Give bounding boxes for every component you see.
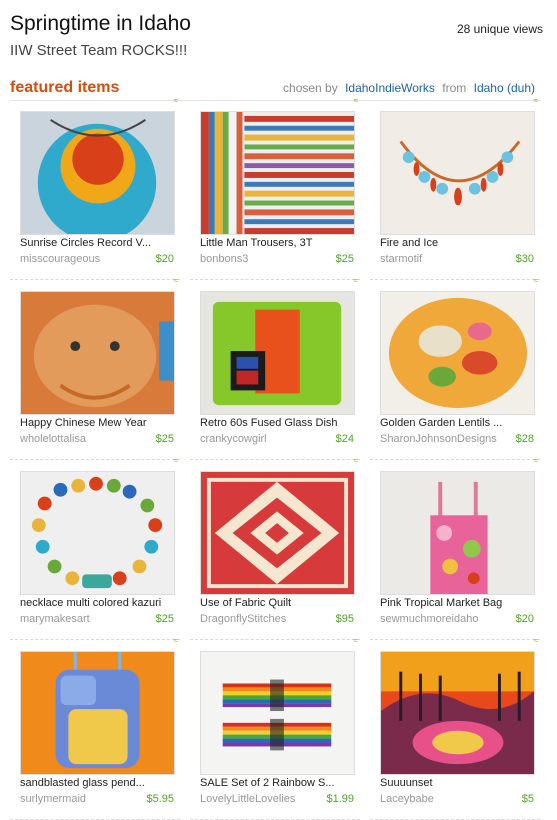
featured-label: featured items bbox=[10, 79, 120, 96]
item-price: $25 bbox=[155, 613, 174, 625]
item-card[interactable]: ≈ Use of Fabric Quilt DragonflyStitches … bbox=[190, 457, 360, 640]
location-link[interactable]: Idaho (duh) bbox=[474, 81, 535, 95]
item-card[interactable]: ≈ bbox=[190, 97, 360, 280]
item-seller[interactable]: DragonflyStitches bbox=[200, 613, 286, 625]
item-card[interactable]: ≈ Suuuunset Laceybabe $5 bbox=[370, 637, 540, 820]
marker-icon: ≈ bbox=[353, 456, 358, 465]
item-price: $30 bbox=[515, 253, 534, 265]
item-thumbnail[interactable] bbox=[20, 111, 175, 235]
item-thumbnail[interactable] bbox=[20, 471, 175, 595]
marker-icon: ≈ bbox=[353, 636, 358, 645]
item-card[interactable]: ≈ sandblasted glass pend... surlymermaid… bbox=[10, 637, 180, 820]
item-price: $95 bbox=[335, 613, 354, 625]
item-price: $5 bbox=[521, 793, 534, 805]
from-text: from bbox=[442, 81, 467, 95]
item-title[interactable]: Happy Chinese Mew Year bbox=[20, 417, 178, 429]
marker-icon: ≈ bbox=[173, 276, 178, 285]
item-seller[interactable]: wholelottalisa bbox=[20, 433, 86, 445]
marker-icon: ≈ bbox=[173, 456, 178, 465]
item-title[interactable]: Little Man Trousers, 3T bbox=[200, 237, 358, 249]
item-thumbnail[interactable] bbox=[20, 651, 175, 775]
page-subtitle: IIW Street Team ROCKS!!! bbox=[10, 42, 188, 59]
item-card[interactable]: ≈ bbox=[190, 637, 360, 820]
chosen-by-text: chosen by bbox=[283, 81, 338, 95]
item-thumbnail[interactable] bbox=[200, 651, 355, 775]
marker-icon: ≈ bbox=[173, 96, 178, 105]
item-seller[interactable]: SharonJohnsonDesigns bbox=[380, 433, 497, 445]
item-card[interactable]: ≈ Retro 60s Fused Glass Dish crankycowgi… bbox=[190, 277, 360, 460]
item-card[interactable]: ≈ Happy Chinese Mew Year wholelottalisa … bbox=[10, 277, 180, 460]
item-seller[interactable]: LovelyLittleLovelies bbox=[200, 793, 295, 805]
item-seller[interactable]: Laceybabe bbox=[380, 793, 434, 805]
item-thumbnail[interactable] bbox=[380, 651, 535, 775]
item-card[interactable]: ≈ Sunrise Circles Record V... misscourag… bbox=[10, 97, 180, 280]
item-price: $25 bbox=[155, 433, 174, 445]
marker-icon: ≈ bbox=[533, 96, 538, 105]
page-title: Springtime in Idaho bbox=[10, 12, 191, 35]
item-title[interactable]: Retro 60s Fused Glass Dish bbox=[200, 417, 358, 429]
item-title[interactable]: Sunrise Circles Record V... bbox=[20, 237, 178, 249]
item-card[interactable]: ≈ Fire and Ice starmotif $30 bbox=[370, 97, 540, 280]
item-title[interactable]: Use of Fabric Quilt bbox=[200, 597, 358, 609]
chosen-by: chosen by IdahoIndieWorks from Idaho (du… bbox=[283, 81, 539, 95]
curator-link[interactable]: IdahoIndieWorks bbox=[345, 81, 435, 95]
item-thumbnail[interactable] bbox=[380, 471, 535, 595]
item-price: $28 bbox=[515, 433, 534, 445]
item-price: $1.99 bbox=[326, 793, 354, 805]
item-thumbnail[interactable] bbox=[380, 291, 535, 415]
marker-icon: ≈ bbox=[173, 636, 178, 645]
item-thumbnail[interactable] bbox=[200, 471, 355, 595]
item-card[interactable]: ≈ Pink Tropical Market Bag sewmuchmoreid… bbox=[370, 457, 540, 640]
item-thumbnail[interactable] bbox=[380, 111, 535, 235]
item-seller[interactable]: sewmuchmoreidaho bbox=[380, 613, 478, 625]
item-title[interactable]: Pink Tropical Market Bag bbox=[380, 597, 538, 609]
featured-header: featured items chosen by IdahoIndieWorks… bbox=[10, 79, 539, 99]
item-seller[interactable]: misscourageous bbox=[20, 253, 100, 265]
item-card[interactable]: ≈ necklace multi colored kazuri marymake… bbox=[10, 457, 180, 640]
item-title[interactable]: sandblasted glass pend... bbox=[20, 777, 178, 789]
item-title[interactable]: necklace multi colored kazuri bbox=[20, 597, 178, 609]
item-title[interactable]: SALE Set of 2 Rainbow S... bbox=[200, 777, 358, 789]
marker-icon: ≈ bbox=[533, 456, 538, 465]
item-price: $20 bbox=[155, 253, 174, 265]
item-seller[interactable]: crankycowgirl bbox=[200, 433, 267, 445]
marker-icon: ≈ bbox=[353, 96, 358, 105]
marker-icon: ≈ bbox=[533, 636, 538, 645]
item-price: $20 bbox=[515, 613, 534, 625]
marker-icon: ≈ bbox=[353, 276, 358, 285]
item-title[interactable]: Fire and Ice bbox=[380, 237, 538, 249]
item-thumbnail[interactable] bbox=[200, 111, 355, 235]
item-price: $25 bbox=[335, 253, 354, 265]
item-title[interactable]: Golden Garden Lentils ... bbox=[380, 417, 538, 429]
item-seller[interactable]: surlymermaid bbox=[20, 793, 86, 805]
item-price: $5.95 bbox=[146, 793, 174, 805]
item-seller[interactable]: bonbons3 bbox=[200, 253, 248, 265]
item-title[interactable]: Suuuunset bbox=[380, 777, 538, 789]
item-card[interactable]: ≈ Golden Garden Lentils ... SharonJohnso… bbox=[370, 277, 540, 460]
item-seller[interactable]: marymakesart bbox=[20, 613, 90, 625]
item-price: $24 bbox=[335, 433, 354, 445]
item-thumbnail[interactable] bbox=[20, 291, 175, 415]
view-count: 28 unique views bbox=[456, 22, 543, 36]
item-seller[interactable]: starmotif bbox=[380, 253, 422, 265]
marker-icon: ≈ bbox=[533, 276, 538, 285]
item-thumbnail[interactable] bbox=[200, 291, 355, 415]
